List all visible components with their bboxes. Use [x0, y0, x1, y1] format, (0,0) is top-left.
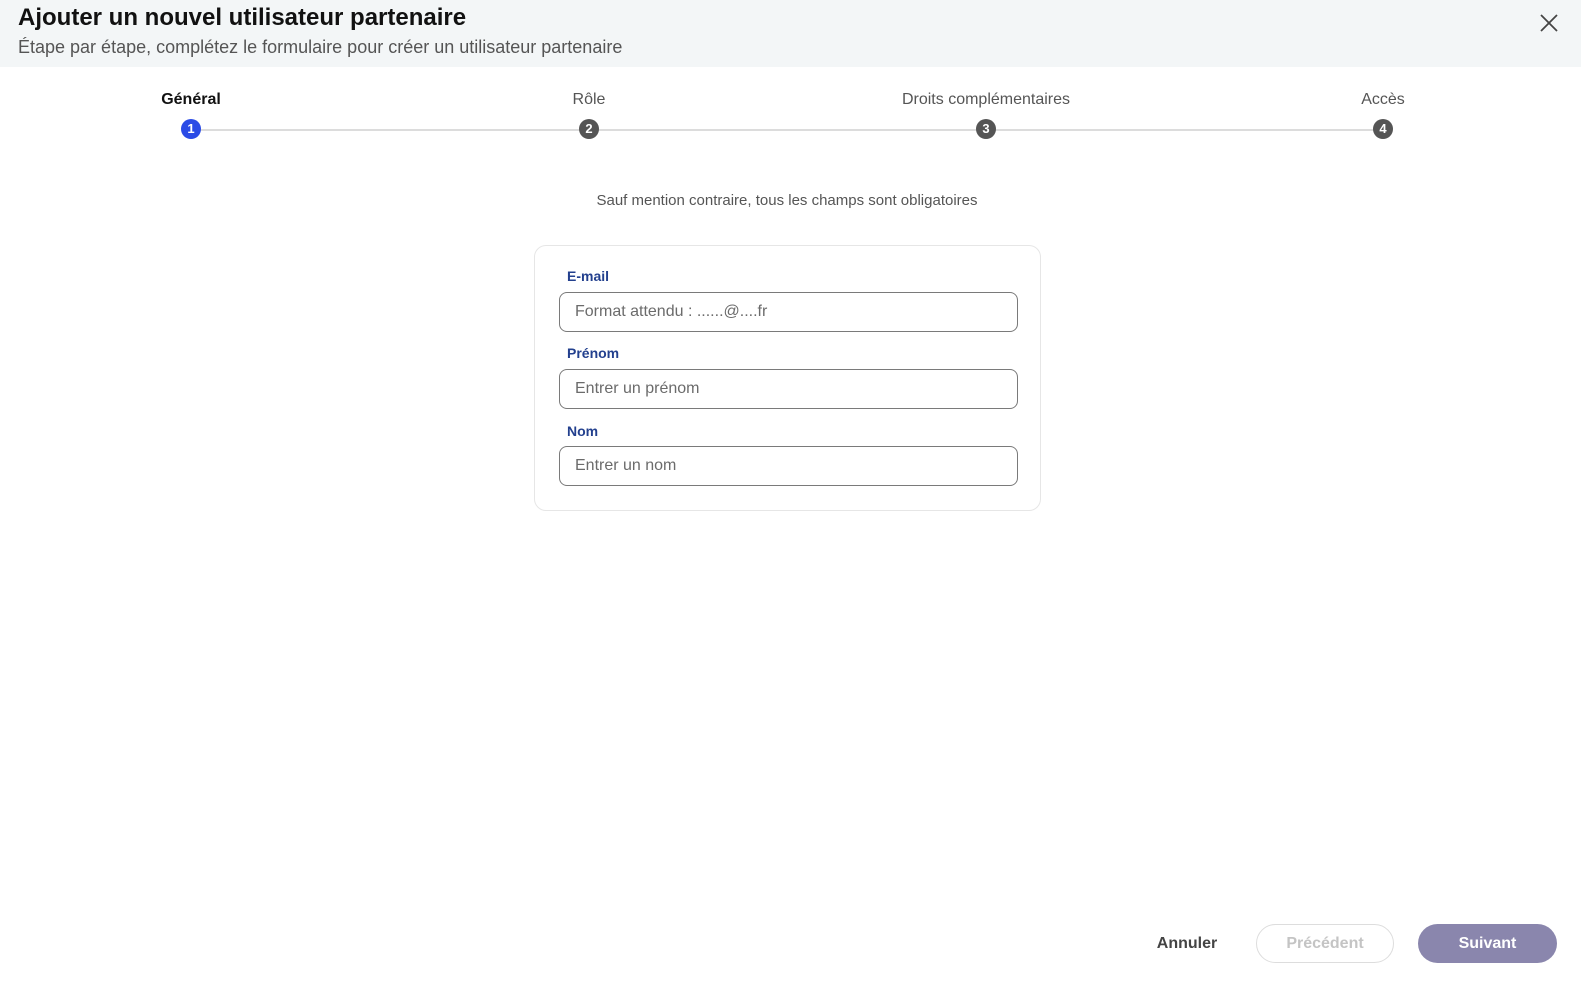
page-subtitle: Étape par étape, complétez le formulaire… — [18, 37, 623, 57]
modal-header: Ajouter un nouvel utilisateur partenaire… — [0, 0, 1581, 67]
modal-footer: Annuler Précédent Suivant — [0, 920, 1581, 970]
close-icon — [1540, 14, 1558, 32]
email-field[interactable] — [559, 292, 1018, 332]
step-droits-complementaires[interactable]: Droits complémentaires 3 — [836, 80, 1136, 139]
lastname-field[interactable] — [559, 446, 1018, 486]
lastname-label: Nom — [567, 423, 599, 439]
stepper-line — [191, 129, 1383, 131]
cancel-button[interactable]: Annuler — [1146, 924, 1228, 964]
step-number-badge: 2 — [579, 119, 599, 139]
step-label: Général — [161, 91, 221, 108]
step-number-badge: 4 — [1373, 119, 1393, 139]
stepper: Général 1 Rôle 2 Droits complémentaires … — [0, 80, 1581, 150]
step-role[interactable]: Rôle 2 — [439, 80, 739, 139]
step-label: Accès — [1361, 91, 1405, 108]
step-label: Droits complémentaires — [901, 91, 1071, 108]
form-card: E-mail Prénom Nom — [534, 245, 1041, 511]
firstname-field[interactable] — [559, 369, 1018, 409]
step-label: Rôle — [572, 91, 606, 108]
page-title: Ajouter un nouvel utilisateur partenaire — [18, 4, 467, 31]
close-button[interactable] — [1536, 10, 1562, 36]
step-number-badge: 3 — [976, 119, 996, 139]
required-fields-notice: Sauf mention contraire, tous les champs … — [596, 192, 978, 209]
email-label: E-mail — [567, 268, 610, 284]
step-acces[interactable]: Accès 4 — [1233, 80, 1533, 139]
step-number-badge: 1 — [181, 119, 201, 139]
next-button[interactable]: Suivant — [1418, 924, 1557, 963]
previous-button[interactable]: Précédent — [1256, 924, 1394, 963]
step-general[interactable]: Général 1 — [41, 80, 341, 139]
firstname-label: Prénom — [567, 345, 620, 361]
